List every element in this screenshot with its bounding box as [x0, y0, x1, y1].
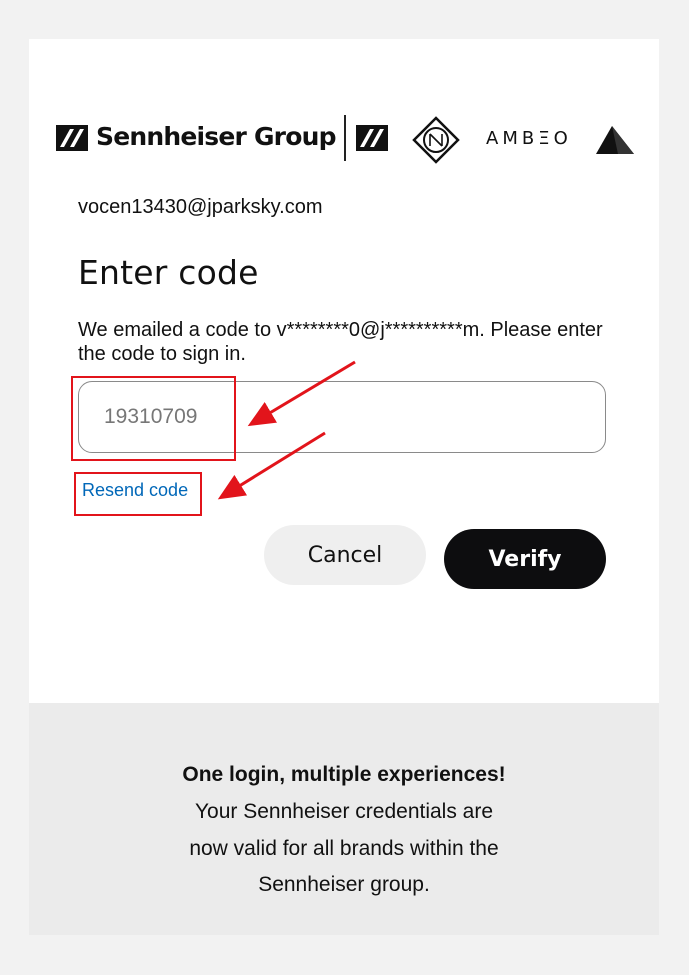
brand-logos: Sennheiser Group AMBΞO [56, 112, 636, 168]
sennheiser-group-wordmark: Sennheiser Group [96, 122, 336, 151]
footer-line: now valid for all brands within the [189, 837, 499, 860]
neumann-logo-icon [412, 116, 460, 164]
footer-line: Sennheiser group. [258, 873, 430, 896]
footer-line: Your Sennheiser credentials are [194, 800, 494, 823]
logo-divider [344, 115, 346, 161]
annotation-box-code [71, 376, 236, 461]
verify-button[interactable]: Verify [444, 529, 606, 589]
page-title: Enter code [78, 253, 259, 292]
sennheiser-logo-icon [56, 125, 88, 151]
sennheiser-logo-icon [356, 125, 388, 151]
code-instructions: We emailed a code to v********0@j*******… [78, 319, 603, 365]
ambeo-wordmark: AMBΞO [486, 128, 572, 149]
footer-title: One login, multiple experiences! [182, 763, 506, 786]
account-email: vocen13430@jparksky.com [78, 196, 323, 218]
footer-panel: One login, multiple experiences! Your Se… [29, 703, 659, 935]
dear-reality-logo-icon [596, 126, 634, 154]
annotation-box-resend [74, 472, 202, 516]
cancel-button[interactable]: Cancel [264, 525, 426, 585]
